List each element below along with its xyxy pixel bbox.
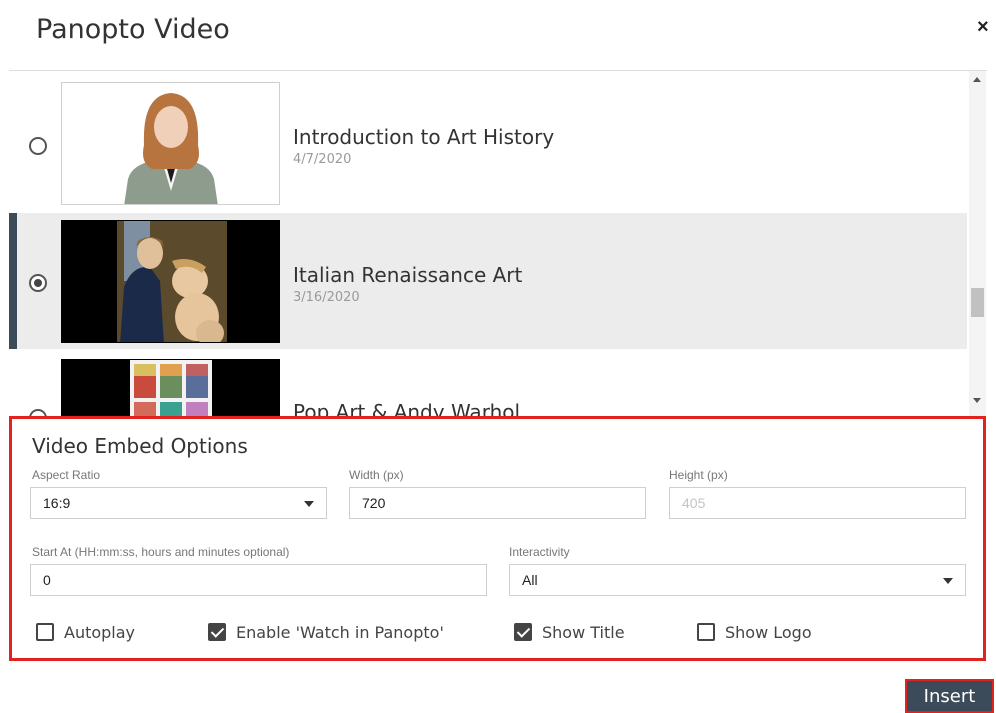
video-thumbnail	[61, 359, 280, 416]
video-title: Pop Art & Andy Warhol	[293, 400, 521, 416]
interactivity-value: All	[522, 572, 538, 588]
checkbox-checked[interactable]	[514, 623, 532, 641]
scroll-up-icon[interactable]	[973, 77, 981, 82]
video-thumbnail	[61, 220, 280, 343]
scrollbar-thumb[interactable]	[971, 288, 984, 317]
radio-dot	[34, 279, 42, 287]
embed-options-heading: Video Embed Options	[32, 434, 248, 458]
selected-indicator	[9, 213, 17, 349]
chevron-down-icon	[943, 578, 953, 584]
height-input[interactable]: 405	[669, 487, 966, 519]
checkbox-unchecked[interactable]	[36, 623, 54, 641]
video-radio[interactable]	[29, 137, 47, 155]
start-at-input[interactable]: 0	[30, 564, 487, 596]
video-thumbnail	[61, 82, 280, 205]
embed-options-panel: Video Embed Options Aspect Ratio 16:9 Wi…	[9, 416, 986, 661]
height-label: Height (px)	[669, 468, 728, 482]
video-item[interactable]: Introduction to Art History 4/7/2020	[9, 77, 967, 213]
video-list: Introduction to Art History 4/7/2020 Ita…	[9, 71, 967, 416]
autoplay-checkbox[interactable]: Autoplay	[36, 620, 135, 644]
aspect-ratio-select[interactable]: 16:9	[30, 487, 327, 519]
video-item[interactable]: Pop Art & Andy Warhol	[9, 352, 967, 416]
aspect-ratio-label: Aspect Ratio	[32, 468, 101, 482]
video-radio-checked[interactable]	[29, 274, 47, 292]
show-title-checkbox[interactable]: Show Title	[514, 620, 625, 644]
video-title: Introduction to Art History	[293, 125, 555, 149]
autoplay-label: Autoplay	[64, 622, 136, 642]
width-input[interactable]: 720	[349, 487, 646, 519]
width-label: Width (px)	[349, 468, 404, 482]
start-at-label: Start At (HH:mm:ss, hours and minutes op…	[32, 545, 290, 559]
insert-button[interactable]: Insert	[905, 679, 994, 713]
checkbox-unchecked[interactable]	[697, 623, 715, 641]
close-icon[interactable]: ×	[977, 16, 989, 39]
show-title-label: Show Title	[542, 622, 625, 642]
interactivity-select[interactable]: All	[509, 564, 966, 596]
video-date: 3/16/2020	[293, 290, 360, 305]
video-radio[interactable]	[29, 409, 47, 416]
scroll-down-icon[interactable]	[973, 398, 981, 403]
video-item-selected[interactable]: Italian Renaissance Art 3/16/2020	[9, 213, 967, 349]
video-title: Italian Renaissance Art	[293, 263, 523, 287]
aspect-ratio-value: 16:9	[43, 495, 71, 511]
chevron-down-icon	[304, 501, 314, 507]
list-scrollbar[interactable]	[969, 71, 986, 416]
interactivity-label: Interactivity	[509, 545, 570, 559]
video-date: 4/7/2020	[293, 152, 352, 167]
show-logo-label: Show Logo	[725, 622, 812, 642]
dialog-title: Panopto Video	[36, 14, 230, 45]
watch-in-panopto-label: Enable 'Watch in Panopto'	[236, 622, 444, 642]
checkbox-checked[interactable]	[208, 623, 226, 641]
watch-in-panopto-checkbox[interactable]: Enable 'Watch in Panopto'	[208, 620, 444, 644]
show-logo-checkbox[interactable]: Show Logo	[697, 620, 812, 644]
